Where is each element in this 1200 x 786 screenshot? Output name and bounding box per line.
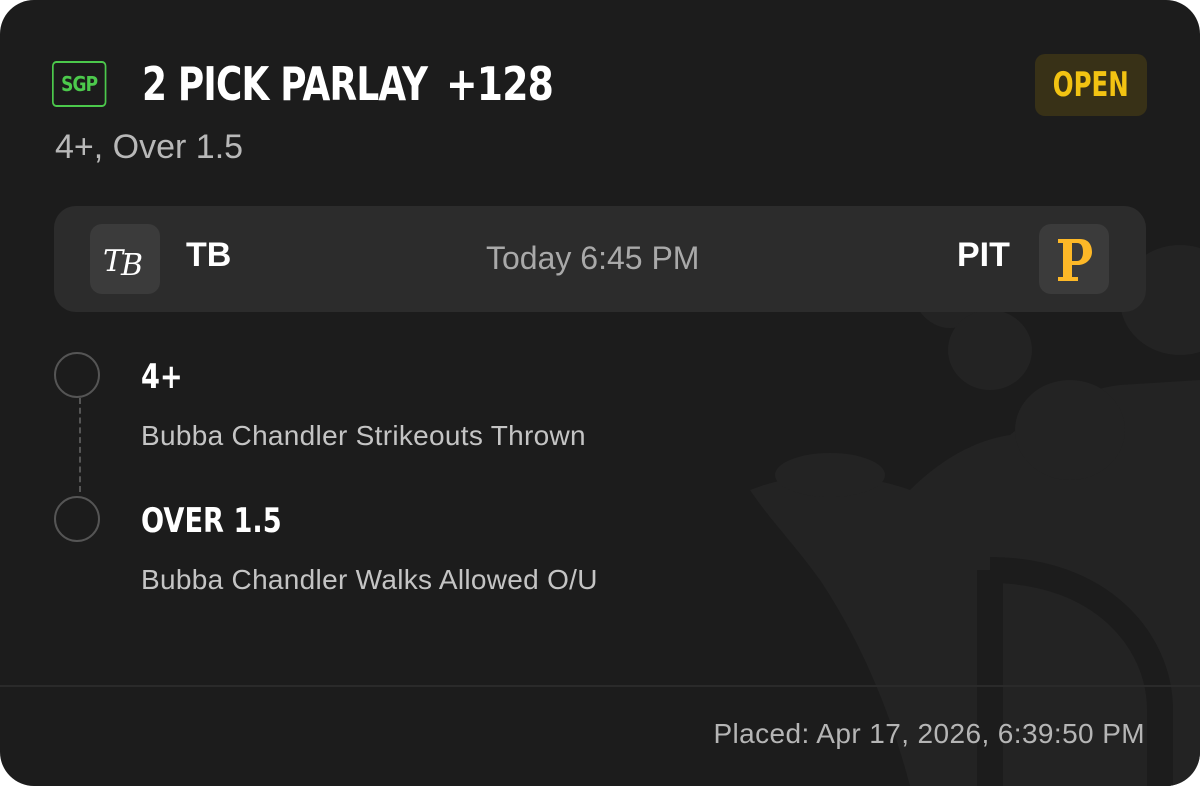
leg-description: Bubba Chandler Strikeouts Thrown xyxy=(141,420,586,451)
away-team-name: TB xyxy=(186,236,232,274)
bet-title: 2 PICK PARLAY xyxy=(142,57,428,111)
game-time: Today 6:45 PM xyxy=(486,240,700,276)
leg-status-circle xyxy=(54,496,100,542)
status-label: OPEN xyxy=(1053,65,1129,105)
status-badge: OPEN xyxy=(1035,54,1147,116)
bet-header: SGP 2 PICK PARLAY xyxy=(52,56,508,112)
footer-divider xyxy=(0,685,1200,687)
legs-connector xyxy=(79,398,81,492)
home-team-name: PIT xyxy=(957,236,1010,274)
game-matchup[interactable]: T B TB Today 6:45 PM PIT xyxy=(54,206,1146,312)
leg-title: 4+ xyxy=(141,357,183,397)
leg-description: Bubba Chandler Walks Allowed O/U xyxy=(141,564,598,595)
bet-odds: +128 xyxy=(446,57,554,111)
leg-status-circle xyxy=(54,352,100,398)
rays-logo-icon: T B xyxy=(90,224,160,294)
placed-timestamp: Placed: Apr 17, 2026, 6:39:50 PM xyxy=(713,718,1145,749)
crown-watermark-icon xyxy=(750,240,1200,786)
leg-title: OVER 1.5 xyxy=(141,501,282,541)
sgp-badge: SGP xyxy=(52,61,107,107)
bet-card[interactable]: SGP 2 PICK PARLAY +128 OPEN 4+, Over 1.5… xyxy=(0,0,1200,786)
bet-subtitle: 4+, Over 1.5 xyxy=(55,128,244,166)
svg-text:B: B xyxy=(120,248,143,281)
pirates-logo-icon xyxy=(1039,224,1109,294)
